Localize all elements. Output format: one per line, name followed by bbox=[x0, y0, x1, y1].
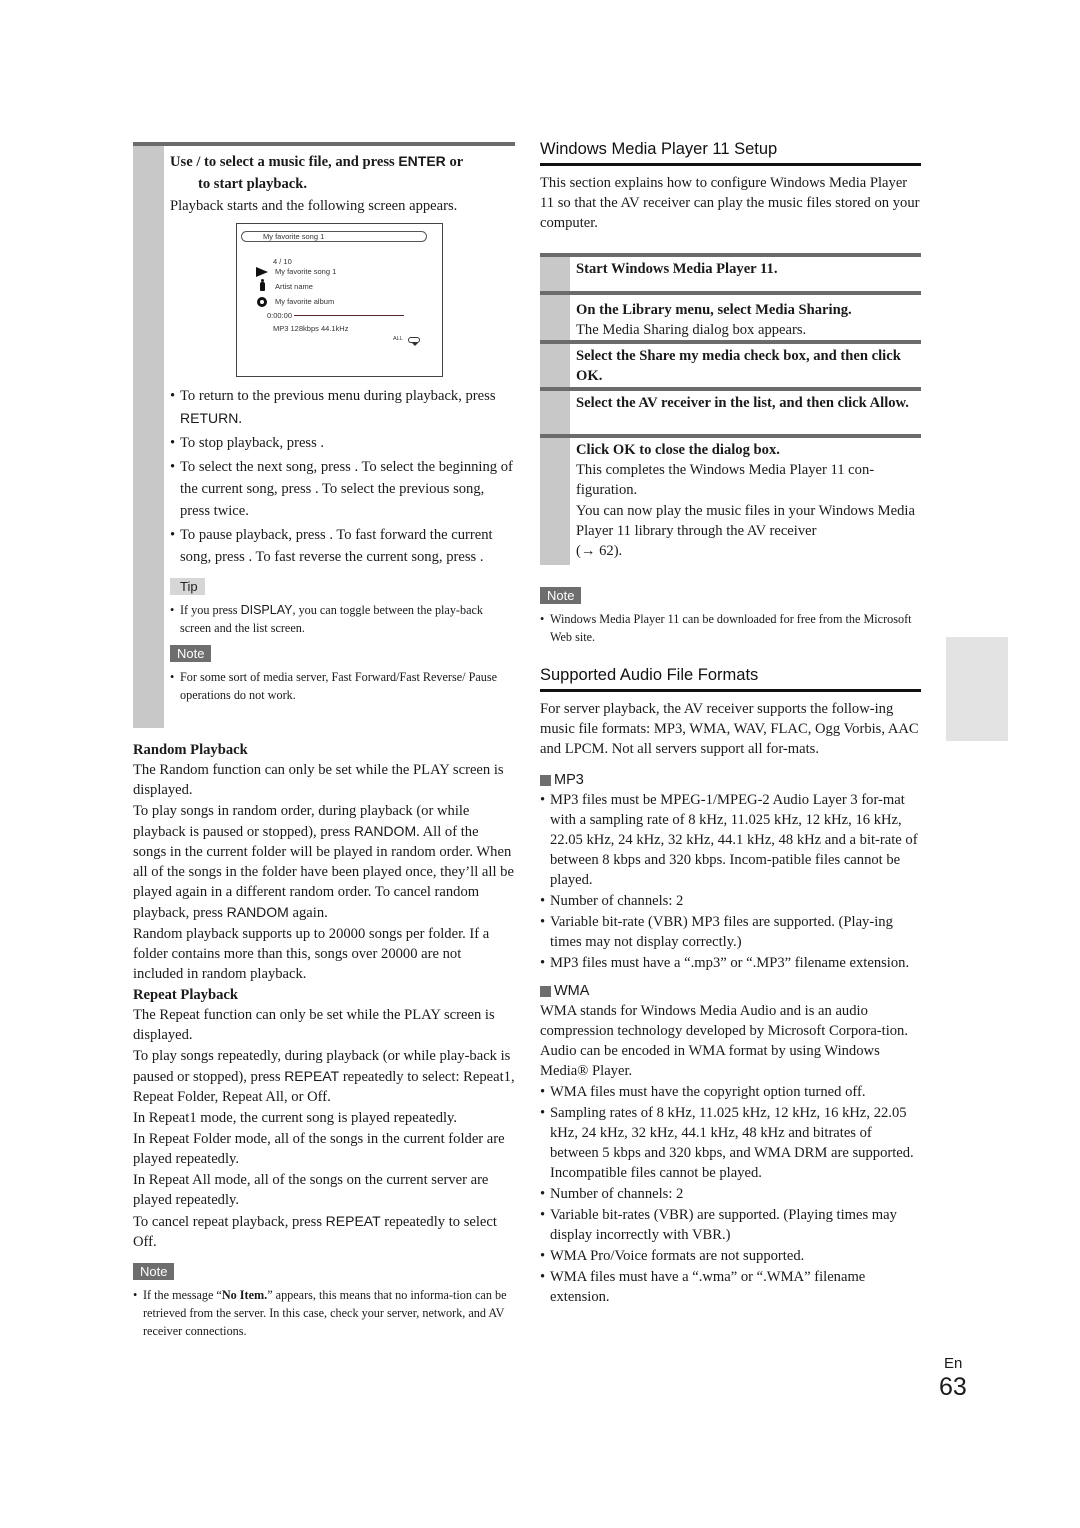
paragraph: For server playback, the AV receiver sup… bbox=[540, 701, 919, 757]
step-number-bar bbox=[540, 257, 570, 291]
paragraph: To cancel repeat playback, press REPEAT … bbox=[133, 1213, 497, 1250]
artist-name: Artist name bbox=[275, 282, 313, 291]
list-item: WMA Pro/Voice formats are not supported. bbox=[540, 1246, 921, 1266]
step-item: Select the Share my media check box, and… bbox=[540, 340, 921, 387]
note-label: Note bbox=[540, 587, 582, 604]
progress-line bbox=[294, 315, 405, 316]
list-item: For some sort of media server, Fast Forw… bbox=[170, 668, 515, 704]
elapsed-time-row: 0:00:00 bbox=[267, 310, 405, 321]
list-item: MP3 files must have a “.mp3” or “.MP3” f… bbox=[540, 953, 921, 973]
song-name: My favorite song 1 bbox=[275, 267, 337, 276]
mp3-list: MP3 files must be MPEG-1/MPEG-2 Audio La… bbox=[540, 790, 921, 973]
note-label: Note bbox=[133, 1263, 175, 1280]
artist-row: Artist name bbox=[255, 279, 313, 292]
elapsed-time: 0:00:00 bbox=[267, 311, 293, 320]
disc-icon bbox=[255, 296, 269, 307]
playback-control-list: To return to the previous menu during pl… bbox=[170, 385, 515, 568]
list-item: Number of channels: 2 bbox=[540, 891, 921, 911]
paragraph: This section explains how to configure W… bbox=[540, 175, 920, 231]
section-heading: Repeat Playback bbox=[133, 987, 238, 1003]
list-item: To return to the previous menu during pl… bbox=[170, 385, 515, 430]
step-title: Use / to select a music file, and press … bbox=[170, 153, 464, 192]
note-list: If the message “No Item.” appears, this … bbox=[133, 1286, 515, 1340]
list-item: Sampling rates of 8 kHz, 11.025 kHz, 12 … bbox=[540, 1103, 921, 1183]
list-item: Number of channels: 2 bbox=[540, 1184, 921, 1204]
paragraph: The Repeat function can only be set whil… bbox=[133, 1007, 495, 1043]
page-reference-link[interactable]: (→ 62). bbox=[576, 543, 622, 559]
paragraph: To play songs in random order, during pl… bbox=[133, 803, 514, 921]
wmp-steps: Start Windows Media Player 11. On the Li… bbox=[540, 253, 921, 565]
repeat-mode: ALL bbox=[393, 336, 403, 342]
left-column: Use / to select a music file, and press … bbox=[133, 142, 515, 1340]
playback-step: Use / to select a music file, and press … bbox=[133, 142, 515, 728]
list-item: Windows Media Player 11 can be downloade… bbox=[540, 610, 921, 646]
song-row: My favorite song 1 bbox=[255, 266, 336, 277]
play-screen-title-bar: My favorite song 1 bbox=[241, 231, 427, 242]
page-language: En bbox=[944, 1355, 963, 1372]
step-item: Click OK to close the dialog box. This c… bbox=[540, 434, 921, 565]
paragraph: The Random function can only be set whil… bbox=[133, 762, 504, 798]
album-name: My favorite album bbox=[275, 297, 335, 306]
repeat-playback-section: Repeat Playback The Repeat function can … bbox=[133, 985, 515, 1252]
paragraph: In Repeat1 mode, the current song is pla… bbox=[133, 1110, 458, 1126]
album-row: My favorite album bbox=[255, 296, 334, 307]
list-item: MP3 files must be MPEG-1/MPEG-2 Audio La… bbox=[540, 790, 921, 890]
step-number-bar bbox=[133, 146, 164, 728]
play-icon bbox=[255, 266, 269, 277]
paragraph: In Repeat Folder mode, all of the songs … bbox=[133, 1131, 505, 1167]
random-playback-section: Random Playback The Random function can … bbox=[133, 740, 515, 984]
paragraph: WMA stands for Windows Media Audio and i… bbox=[540, 1003, 909, 1079]
wma-list: WMA files must have the copyright option… bbox=[540, 1082, 921, 1307]
mp3-heading: MP3 bbox=[540, 770, 921, 790]
list-item: If the message “No Item.” appears, this … bbox=[133, 1286, 515, 1340]
play-screen-illustration: My favorite song 1 4 / 10 My favorite so… bbox=[236, 223, 443, 377]
list-item: To select the next song, press . To sele… bbox=[170, 456, 515, 522]
list-item: To pause playback, press . To fast forwa… bbox=[170, 524, 515, 568]
square-bullet-icon bbox=[540, 774, 551, 786]
step-item: On the Library menu, select Media Sharin… bbox=[540, 291, 921, 340]
list-item: Variable bit-rate (VBR) MP3 files are su… bbox=[540, 912, 921, 952]
list-item: WMA files must have a “.wma” or “.WMA” f… bbox=[540, 1267, 921, 1307]
step-item: Start Windows Media Player 11. bbox=[540, 253, 921, 291]
chapter-side-tab bbox=[946, 637, 1008, 741]
paragraph: In Repeat All mode, all of the songs on … bbox=[133, 1172, 489, 1208]
list-item: To stop playback, press . bbox=[170, 432, 515, 454]
square-bullet-icon bbox=[540, 985, 551, 997]
person-icon bbox=[255, 279, 269, 292]
repeat-icon bbox=[407, 336, 420, 346]
tip-list: If you press DISPLAY, you can toggle bet… bbox=[170, 601, 515, 637]
note-list: For some sort of media server, Fast Forw… bbox=[170, 668, 515, 704]
note-label: Note bbox=[170, 645, 212, 662]
list-item: WMA files must have the copyright option… bbox=[540, 1082, 921, 1102]
step-number-bar bbox=[540, 295, 570, 340]
format-info: MP3 128kbps 44.1kHz bbox=[273, 324, 349, 333]
list-item: If you press DISPLAY, you can toggle bet… bbox=[170, 601, 515, 637]
section-heading: Windows Media Player 11 Setup bbox=[540, 138, 921, 166]
section-heading: Random Playback bbox=[133, 742, 248, 758]
tip-label: Tip bbox=[170, 578, 205, 595]
note-list: Windows Media Player 11 can be downloade… bbox=[540, 610, 921, 646]
step-item: Select the AV receiver in the list, and … bbox=[540, 387, 921, 434]
step-number-bar bbox=[540, 438, 570, 565]
section-heading: Supported Audio File Formats bbox=[540, 664, 921, 692]
right-column: Windows Media Player 11 Setup This secti… bbox=[540, 138, 921, 1308]
step-number-bar bbox=[540, 344, 570, 387]
step-body: Playback starts and the following screen… bbox=[170, 198, 458, 214]
repeat-indicator: ALL bbox=[393, 334, 420, 346]
page-number: 63 bbox=[939, 1373, 967, 1401]
list-item: Variable bit-rates (VBR) are supported. … bbox=[540, 1205, 921, 1245]
paragraph: To play songs repeatedly, during playbac… bbox=[133, 1048, 515, 1105]
step-number-bar bbox=[540, 391, 570, 434]
paragraph: Random playback supports up to 20000 son… bbox=[133, 926, 490, 982]
wma-heading: WMA bbox=[540, 981, 921, 1001]
